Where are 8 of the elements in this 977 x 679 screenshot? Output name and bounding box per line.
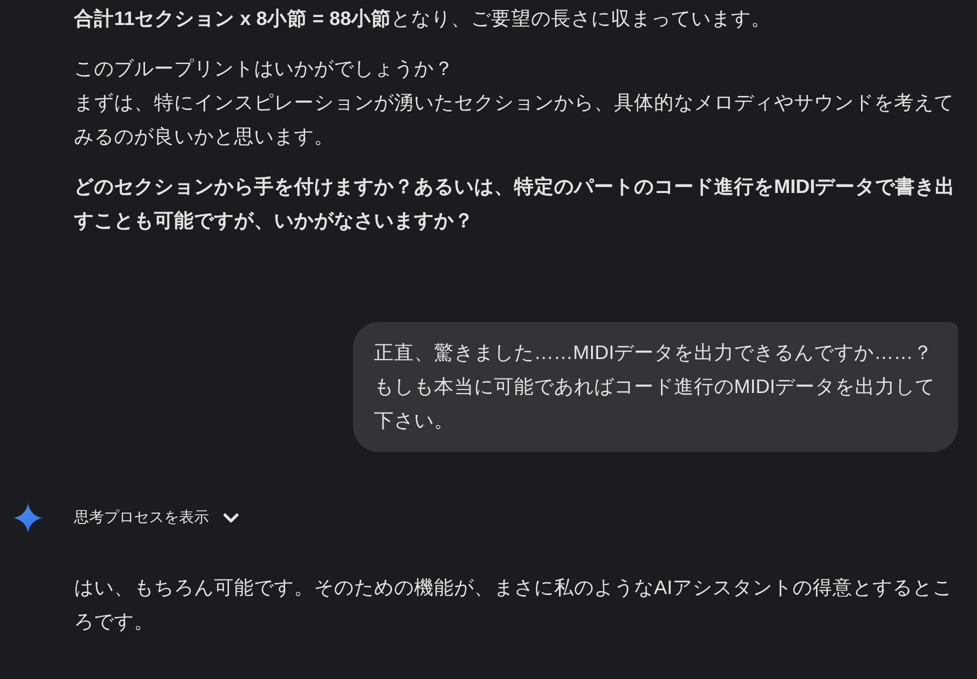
paragraph: 合計11セクション x 8小節 = 88小節となり、ご要望の長さに収まっています。: [74, 7, 772, 32]
sparkle-icon: [13, 503, 43, 533]
show-thinking-toggle[interactable]: 思考プロセスを表示: [74, 506, 239, 530]
paragraph: このブループリントはいかがでしょうか？ まずは、特にインスピレーションが湧いたセクションから、具体的なメロディやサウンドを考えてみるのが良いかと思います。: [74, 57, 955, 150]
user-message-bubble: 正直、驚きました……MIDIデータを出力できるんですか……？ もしも本当に可能であればコード進行のMIDIデータを出力して下さい。: [353, 322, 958, 452]
paragraph: どのセクションから手を付けますか？あるいは、特定のパートのコード進行をMIDIデータで書き出すことも可能ですが、いかがなさいますか？: [74, 175, 956, 234]
paragraph: はい、もちろん可能です。そのための機能が、まさに私のようなAIアシスタントの得意とするところです。: [74, 576, 954, 635]
chevron-down-icon: [223, 512, 239, 524]
